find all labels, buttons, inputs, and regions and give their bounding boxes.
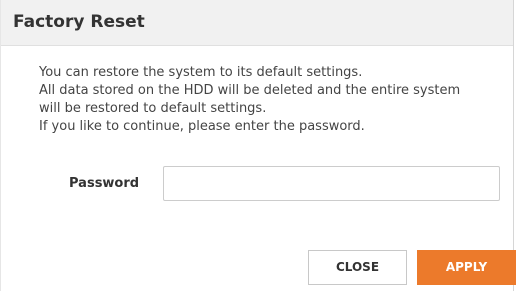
message-line: All data stored on the HDD will be delet…	[39, 83, 461, 98]
message-line: If you like to continue, please enter th…	[39, 119, 365, 134]
factory-reset-dialog: Factory Reset You can restore the system…	[0, 0, 516, 291]
message-line: You can restore the system to its defaul…	[39, 65, 363, 80]
dialog-title: Factory Reset	[13, 12, 145, 32]
apply-button[interactable]: APPLY	[417, 250, 516, 285]
close-button[interactable]: CLOSE	[308, 250, 407, 285]
message-line: will be restored to default settings.	[39, 101, 267, 116]
password-label: Password	[69, 176, 140, 191]
password-input[interactable]	[163, 166, 500, 201]
dialog-header: Factory Reset	[1, 0, 513, 46]
reset-message: You can restore the system to its defaul…	[39, 64, 499, 136]
